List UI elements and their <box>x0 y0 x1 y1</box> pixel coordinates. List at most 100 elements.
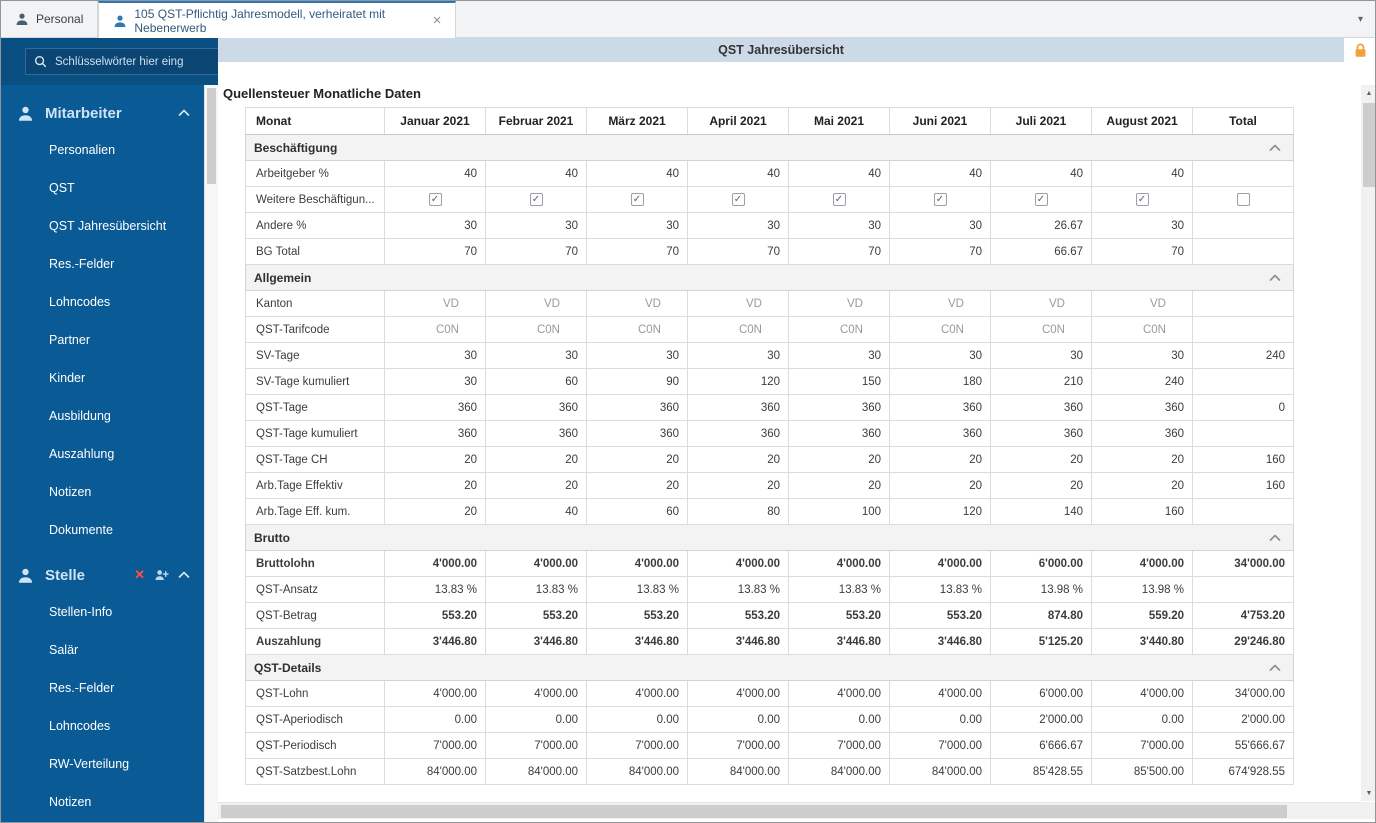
cell[interactable]: 30 <box>586 342 688 369</box>
cell[interactable]: 160 <box>1091 498 1193 525</box>
cell[interactable]: 2'000.00 <box>1192 706 1294 733</box>
cell[interactable]: 4'000.00 <box>384 550 486 577</box>
cell[interactable]: 360 <box>384 420 486 447</box>
cell[interactable]: 360 <box>1091 394 1193 421</box>
cell[interactable]: 20 <box>485 446 587 473</box>
cell[interactable]: 26.67 <box>990 212 1092 239</box>
cell[interactable] <box>1192 290 1294 317</box>
sidebar-item-ausbildung[interactable]: Ausbildung <box>1 397 204 435</box>
cell[interactable]: 30 <box>485 342 587 369</box>
cell[interactable]: 210 <box>990 368 1092 395</box>
sidebar-item-personalien[interactable]: Personalien <box>1 131 204 169</box>
cell[interactable]: 553.20 <box>687 602 789 629</box>
cell[interactable]: 20 <box>687 472 789 499</box>
cell[interactable] <box>1192 238 1294 265</box>
cell[interactable]: 13.83 % <box>485 576 587 603</box>
cell[interactable]: 20 <box>990 472 1092 499</box>
sidebar-item-lohncodes[interactable]: Lohncodes <box>1 283 204 321</box>
scrollbar-thumb[interactable] <box>221 805 1287 818</box>
assign-icon[interactable] <box>154 568 169 582</box>
cell[interactable]: 240 <box>1091 368 1193 395</box>
cell[interactable] <box>1192 316 1294 343</box>
cell[interactable]: 30 <box>384 342 486 369</box>
cell[interactable] <box>1192 498 1294 525</box>
cell[interactable]: 20 <box>889 446 991 473</box>
cell[interactable]: VD <box>990 290 1092 317</box>
cell[interactable]: 40 <box>384 160 486 187</box>
cell[interactable]: ✓ <box>788 186 890 213</box>
cell[interactable]: 3'446.80 <box>687 628 789 655</box>
cell[interactable]: 0 <box>1192 394 1294 421</box>
cell[interactable]: VD <box>586 290 688 317</box>
cell[interactable] <box>1192 186 1294 213</box>
sidebar-section-stelle[interactable]: Stelle ✕ <box>1 557 204 593</box>
cell[interactable]: 100 <box>788 498 890 525</box>
cell[interactable]: 4'000.00 <box>687 680 789 707</box>
cell[interactable]: 4'000.00 <box>889 680 991 707</box>
cell[interactable]: 7'000.00 <box>586 732 688 759</box>
cell[interactable]: 3'446.80 <box>788 628 890 655</box>
cell[interactable]: ✓ <box>889 186 991 213</box>
cell[interactable]: C0N <box>687 316 789 343</box>
cell[interactable]: 360 <box>788 420 890 447</box>
sidebar-item-notizen[interactable]: Notizen <box>1 783 204 821</box>
cell[interactable]: 85'428.55 <box>990 758 1092 785</box>
cell[interactable]: 6'000.00 <box>990 550 1092 577</box>
cell[interactable]: 20 <box>384 498 486 525</box>
cell[interactable]: 60 <box>485 368 587 395</box>
tabbar-dropdown-icon[interactable]: ▾ <box>1358 14 1363 25</box>
cell[interactable]: 6'666.67 <box>990 732 1092 759</box>
cell[interactable]: 40 <box>586 160 688 187</box>
cell[interactable]: 360 <box>889 420 991 447</box>
cell[interactable]: 160 <box>1192 446 1294 473</box>
cell[interactable]: 30 <box>384 212 486 239</box>
cell[interactable]: 360 <box>687 394 789 421</box>
cell[interactable]: 30 <box>485 212 587 239</box>
cell[interactable]: 84'000.00 <box>485 758 587 785</box>
cell[interactable]: 13.98 % <box>990 576 1092 603</box>
cell[interactable]: 13.83 % <box>687 576 789 603</box>
cell[interactable]: 30 <box>1091 342 1193 369</box>
cell[interactable]: C0N <box>384 316 486 343</box>
cell[interactable]: 874.80 <box>990 602 1092 629</box>
cell[interactable]: 84'000.00 <box>384 758 486 785</box>
cell[interactable]: 40 <box>485 498 587 525</box>
cell[interactable]: VD <box>889 290 991 317</box>
cell[interactable]: 4'000.00 <box>384 680 486 707</box>
cell[interactable]: 20 <box>687 446 789 473</box>
cell[interactable]: 30 <box>889 342 991 369</box>
cell[interactable]: 4'000.00 <box>687 550 789 577</box>
cell[interactable]: 84'000.00 <box>586 758 688 785</box>
cell[interactable]: 553.20 <box>788 602 890 629</box>
cell[interactable]: 120 <box>687 368 789 395</box>
cell[interactable]: 3'446.80 <box>586 628 688 655</box>
cell[interactable]: 3'446.80 <box>485 628 587 655</box>
chevron-up-icon[interactable] <box>178 571 190 579</box>
horizontal-scrollbar[interactable] <box>218 802 1361 819</box>
cell[interactable]: VD <box>788 290 890 317</box>
cell[interactable]: 7'000.00 <box>1091 732 1193 759</box>
cell[interactable]: 30 <box>687 212 789 239</box>
cell[interactable]: 30 <box>889 212 991 239</box>
checkbox-checked[interactable]: ✓ <box>630 193 644 206</box>
cell[interactable]: 360 <box>990 394 1092 421</box>
cell[interactable]: 4'000.00 <box>1091 550 1193 577</box>
cell[interactable]: 7'000.00 <box>687 732 789 759</box>
cell[interactable] <box>1192 160 1294 187</box>
scrollbar-thumb[interactable] <box>1363 103 1375 187</box>
section-row-brutto[interactable]: Brutto <box>245 524 1294 551</box>
sidebar-item-qst-jahresübersicht[interactable]: QST Jahresübersicht <box>1 207 204 245</box>
cell[interactable]: 0.00 <box>485 706 587 733</box>
cell[interactable]: 360 <box>889 394 991 421</box>
cell[interactable]: 20 <box>990 446 1092 473</box>
checkbox-checked[interactable]: ✓ <box>428 193 442 206</box>
cell[interactable]: 553.20 <box>485 602 587 629</box>
cell[interactable]: 70 <box>687 238 789 265</box>
cell[interactable]: 360 <box>586 394 688 421</box>
close-icon[interactable]: × <box>433 13 442 28</box>
cell[interactable]: 180 <box>889 368 991 395</box>
cell[interactable]: 360 <box>485 420 587 447</box>
cell[interactable]: 20 <box>1091 472 1193 499</box>
cell[interactable]: 0.00 <box>687 706 789 733</box>
section-row-qst-details[interactable]: QST-Details <box>245 654 1294 681</box>
